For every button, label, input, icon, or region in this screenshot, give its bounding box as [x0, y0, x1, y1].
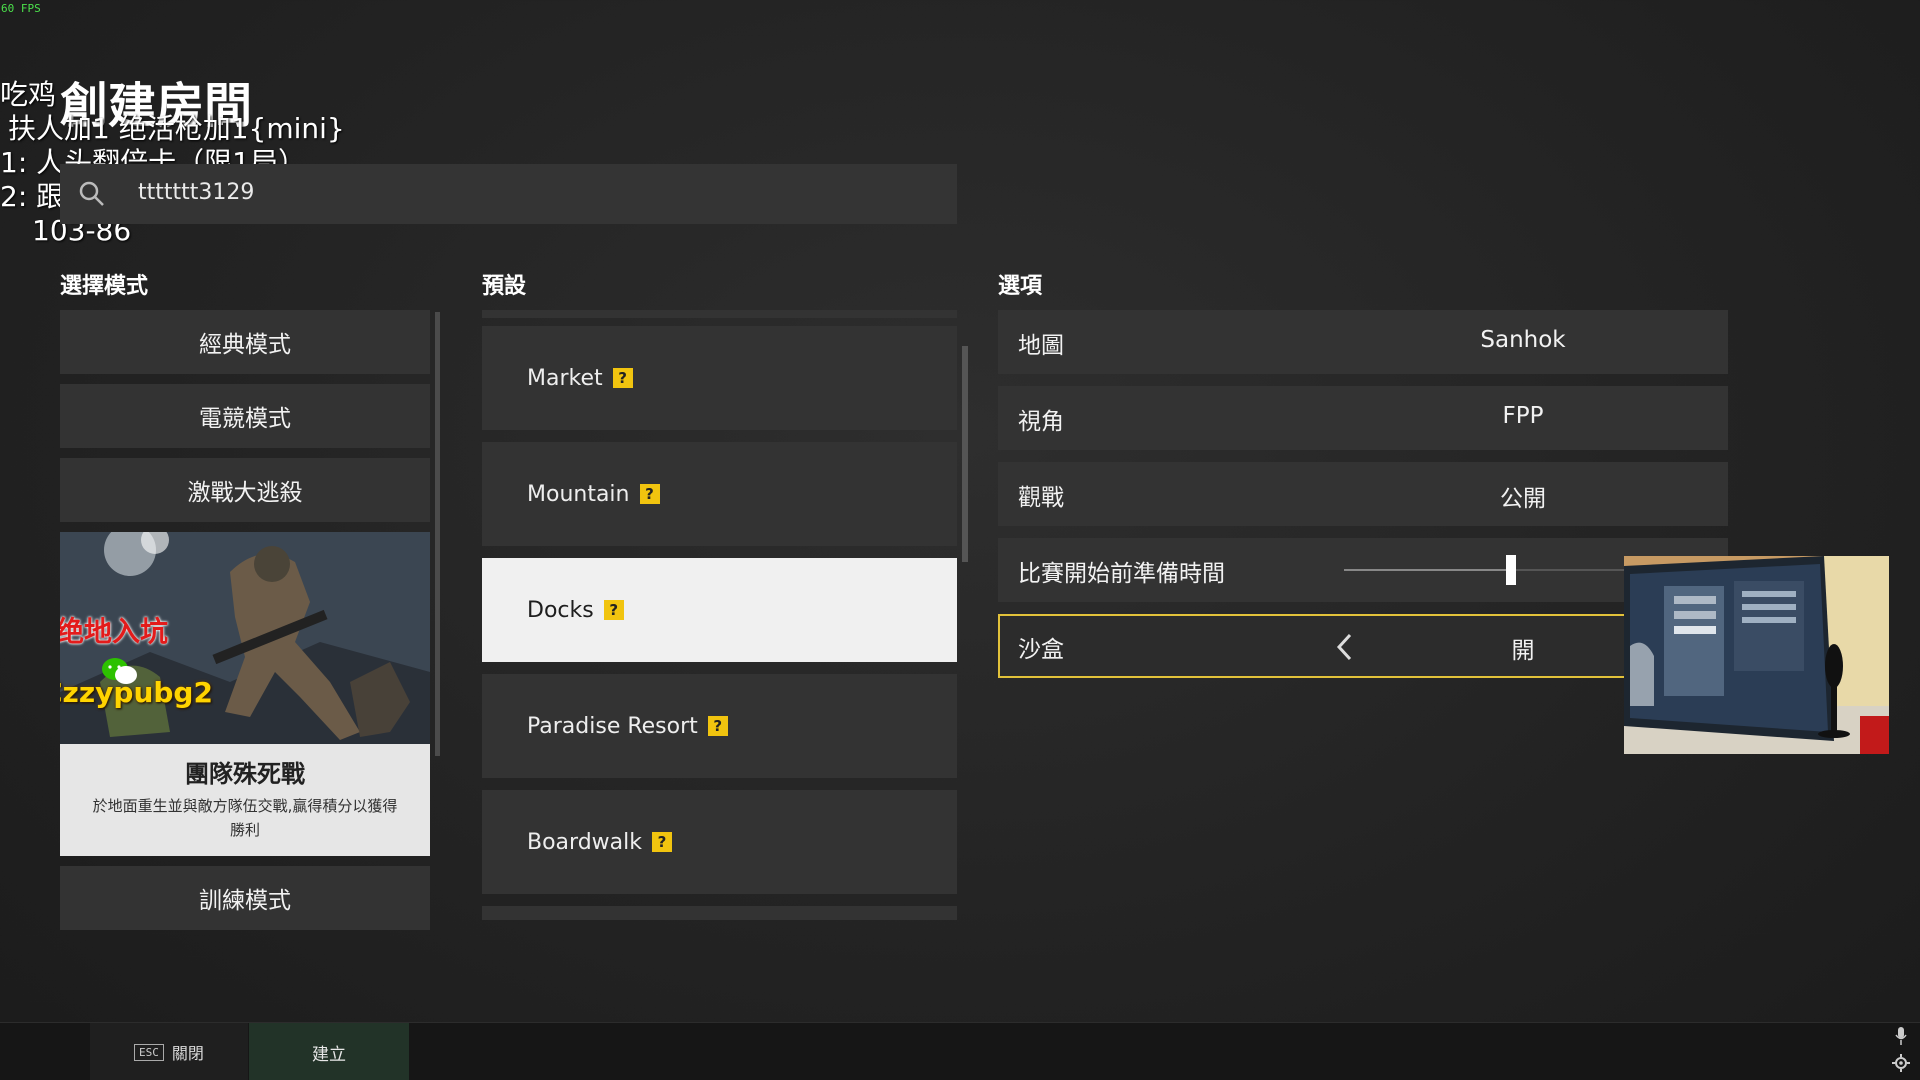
overlay-line-1: 吃鸡 [0, 78, 57, 111]
watermark-yellow-text: Czzypubg2 [60, 676, 213, 709]
mode-card-description: 於地面重生並與敵方隊伍交戰,贏得積分以獲得勝利 [92, 797, 398, 839]
option-perspective[interactable]: 視角 FPP [998, 386, 1728, 450]
mode-card-team-deathmatch[interactable]: 绝地入坑 Czzypubg2 團隊殊死戰 於地面重生並與敵方隊伍交戰,贏得積分以… [60, 532, 430, 856]
prep-time-slider-fill [1344, 569, 1512, 571]
settings-gear-icon[interactable] [1892, 1054, 1910, 1072]
modes-scrollbar[interactable] [435, 312, 440, 756]
options-heading: 選項 [998, 274, 1043, 299]
preset-item[interactable]: Paradise Resort? [482, 674, 957, 778]
room-name-field[interactable]: ttttttt3129 [60, 164, 957, 224]
preset-list-bottom-edge [482, 906, 957, 920]
help-icon[interactable]: ? [707, 716, 728, 736]
prep-time-slider-handle[interactable] [1506, 555, 1517, 585]
mode-card-artwork: 绝地入坑 Czzypubg2 [60, 532, 430, 744]
overlay-line-2: 扶人加1 绝活枪加1{mini} [8, 112, 345, 145]
watermark-red-text: 绝地入坑 [60, 615, 169, 648]
search-icon [79, 181, 104, 206]
option-prep-time-label: 比賽開始前準備時間 [1018, 561, 1225, 587]
option-prep-time[interactable]: 比賽開始前準備時間 [998, 538, 1728, 602]
option-perspective-value: FPP [1502, 403, 1544, 429]
preset-item[interactable]: Docks? [482, 558, 957, 662]
help-icon[interactable]: ? [612, 368, 633, 388]
option-sandbox-value: 開 [1511, 638, 1535, 664]
create-button[interactable]: 建立 [249, 1023, 409, 1080]
room-name-value: ttttttt3129 [138, 180, 255, 205]
preset-item[interactable]: Mountain? [482, 442, 957, 546]
mode-war-button[interactable]: 激戰大逃殺 [60, 458, 430, 522]
preset-item[interactable]: Boardwalk? [482, 790, 957, 894]
preset-item-label: Market [527, 365, 603, 391]
option-map[interactable]: 地圖 Sanhok [998, 310, 1728, 374]
presets-heading: 預設 [482, 274, 527, 299]
mode-card-title: 團隊殊死戰 [185, 760, 305, 788]
help-icon[interactable]: ? [603, 600, 624, 620]
preset-item-label: Boardwalk [527, 829, 642, 855]
presets-scrollbar[interactable] [962, 346, 968, 562]
preset-item-label: Paradise Resort [527, 713, 698, 739]
option-sandbox[interactable]: 沙盒 開 [998, 614, 1728, 678]
microphone-icon[interactable] [1894, 1026, 1908, 1046]
option-spectate[interactable]: 觀戰 公開 [998, 462, 1728, 526]
help-icon[interactable]: ? [651, 832, 672, 852]
bottom-bar: ESC 關閉 建立 [0, 1022, 1920, 1080]
preset-item-label: Mountain [527, 481, 630, 507]
mode-classic-button[interactable]: 經典模式 [60, 310, 430, 374]
create-button-label: 建立 [312, 1044, 346, 1065]
fps-counter: 60 FPS [1, 2, 41, 15]
option-map-value: Sanhok [1480, 327, 1566, 353]
preset-list-top-edge [482, 310, 957, 318]
webcam-feed-image [1624, 556, 1889, 754]
close-button[interactable]: ESC 關閉 [90, 1023, 248, 1080]
close-button-label: 關閉 [171, 1044, 204, 1063]
preset-item-label: Docks [527, 597, 594, 623]
webcam-overlay [1624, 556, 1889, 754]
mode-esports-button[interactable]: 電競模式 [60, 384, 430, 448]
option-spectate-value: 公開 [1500, 486, 1546, 512]
preset-item[interactable]: Market? [482, 326, 957, 430]
mode-training-button[interactable]: 訓練模式 [60, 866, 430, 930]
esc-key-icon: ESC [134, 1043, 164, 1061]
modes-heading: 選擇模式 [60, 274, 149, 299]
help-icon[interactable]: ? [639, 484, 660, 504]
